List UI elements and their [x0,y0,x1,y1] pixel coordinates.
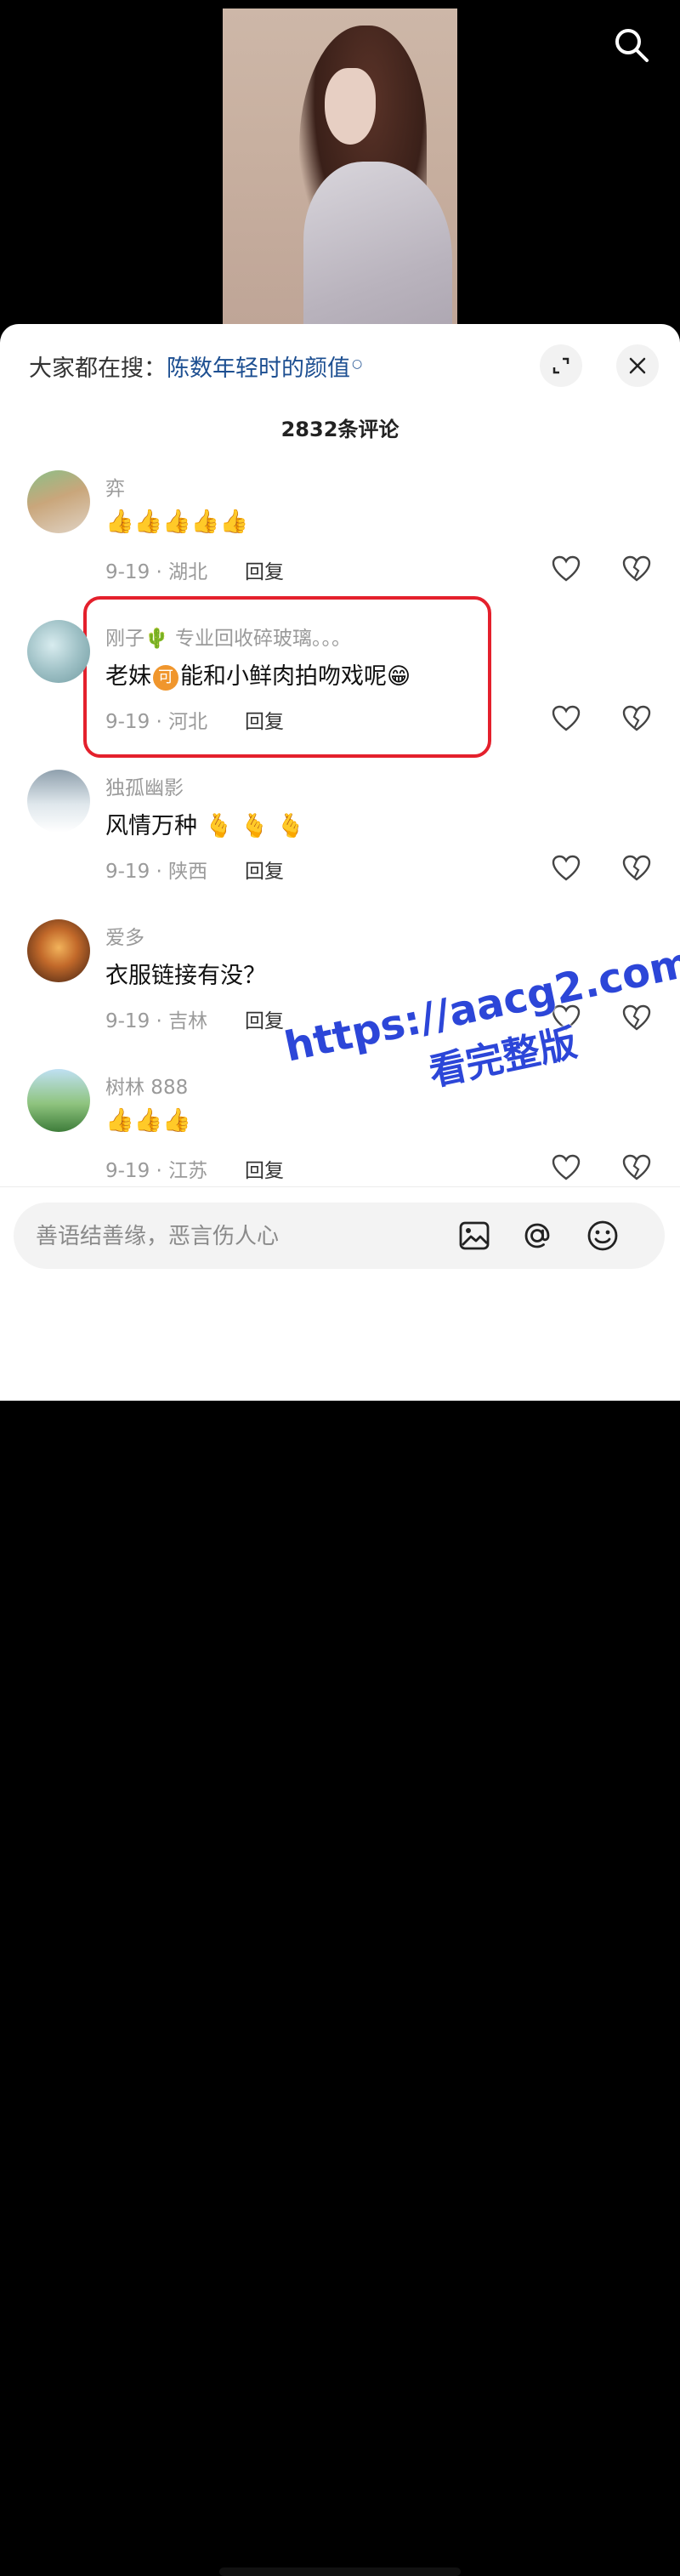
comment-username[interactable]: 爱多 [105,921,144,950]
hot-search-prefix: 大家都在搜： [29,355,167,382]
search-mini-icon: ○ [352,357,363,371]
search-icon [615,29,649,62]
image-icon [459,1221,490,1250]
expand-button[interactable] [540,344,582,387]
like-button[interactable] [549,1151,583,1185]
ke-badge: 可 [153,664,178,691]
comment-count: 2832条评论 [280,418,400,441]
dislike-button[interactable] [620,851,654,885]
avatar[interactable] [27,919,90,982]
video-thumbnail[interactable] [223,9,457,342]
avatar[interactable] [27,470,90,533]
emoji-button[interactable] [584,1217,621,1254]
comment-date-location: 9-19 · 河北 [105,711,208,733]
comment-date-location: 9-19 · 陕西 [105,861,208,883]
home-indicator[interactable] [219,2567,461,2576]
close-icon [629,357,646,374]
broken-heart-icon [622,555,651,582]
dislike-button[interactable] [620,1151,654,1185]
broken-heart-icon [622,1004,651,1031]
like-button[interactable] [549,552,583,586]
sheet-header: 大家都在搜：陈数年轻时的颜值 ○ [0,324,680,409]
reply-button[interactable]: 回复 [245,705,284,734]
broken-heart-icon [622,1154,651,1180]
like-button[interactable] [549,1001,583,1035]
reply-button[interactable]: 回复 [245,1004,284,1033]
heart-icon [552,855,581,881]
comment-text-before: 老妹 [105,663,151,690]
avatar[interactable] [27,620,90,683]
dislike-button[interactable] [620,702,654,736]
comment-item-highlighted: 刚子🌵 专业回收碎玻璃。。。 老妹可能和小鲜肉拍吻戏呢😁 9-19 · 河北 回… [0,596,680,770]
emoji-icon [587,1220,618,1251]
broken-heart-icon [622,705,651,731]
comment-list: 弈 👍👍👍👍👍 9-19 · 湖北 回复 刚子🌵 专业回收碎玻璃。。。 老妹可能… [0,470,680,1219]
heart-icon [552,555,581,582]
comment-input-pill[interactable] [14,1203,665,1271]
reply-button[interactable]: 回复 [245,855,284,884]
hot-search-query[interactable]: 陈数年轻时的颜值 [167,355,350,382]
avatar[interactable] [27,1069,90,1132]
search-button[interactable] [610,24,653,66]
photo-coat-shape [303,162,452,342]
heart-icon [552,1154,581,1180]
reply-button[interactable]: 回复 [245,1154,284,1183]
at-icon [524,1223,550,1248]
dislike-button[interactable] [620,552,654,586]
comment-input[interactable] [34,1203,437,1271]
reply-button[interactable]: 回复 [245,555,284,584]
comment-text: 老妹可能和小鲜肉拍吻戏呢😁 [105,657,411,691]
close-button[interactable] [616,344,659,387]
comment-date-location: 9-19 · 湖北 [105,561,208,583]
heart-icon [552,705,581,731]
comment-date-location: 9-19 · 江苏 [105,1160,208,1182]
like-button[interactable] [549,851,583,885]
mention-button[interactable] [518,1217,556,1254]
expand-icon [552,357,570,374]
comment-text-after: 能和小鲜肉拍吻戏呢😁 [180,663,411,690]
comment-input-bar [0,1186,680,2576]
dislike-button[interactable] [620,1001,654,1035]
comment-username[interactable]: 弈 [105,472,125,501]
comment-date-location: 9-19 · 吉林 [105,1010,208,1032]
comment-username[interactable]: 独孤幽影 [105,771,184,800]
comment-text: 风情万种 🫰 🫰 🫰 [105,813,305,839]
heart-icon [552,1004,581,1031]
comment-text: 衣服链接有没？ [105,963,266,989]
broken-heart-icon [622,855,651,881]
photo-face-shape [325,68,376,145]
comment-text: 👍👍👍👍👍 [105,509,249,535]
avatar[interactable] [27,770,90,833]
video-area[interactable] [0,0,680,342]
comment-item: 独孤幽影 风情万种 🫰 🫰 🫰 9-19 · 陕西 回复 [0,770,680,919]
hot-search[interactable]: 大家都在搜：陈数年轻时的颜值 ○ [29,350,362,383]
image-button[interactable] [456,1217,493,1254]
comment-item: 爱多 衣服链接有没？ 9-19 · 吉林 回复 [0,919,680,1069]
comment-username[interactable]: 刚子🌵 专业回收碎玻璃。。。 [105,622,351,651]
comment-username[interactable]: 树林 888 [105,1071,188,1100]
comment-text: 👍👍👍 [105,1107,191,1134]
like-button[interactable] [549,702,583,736]
